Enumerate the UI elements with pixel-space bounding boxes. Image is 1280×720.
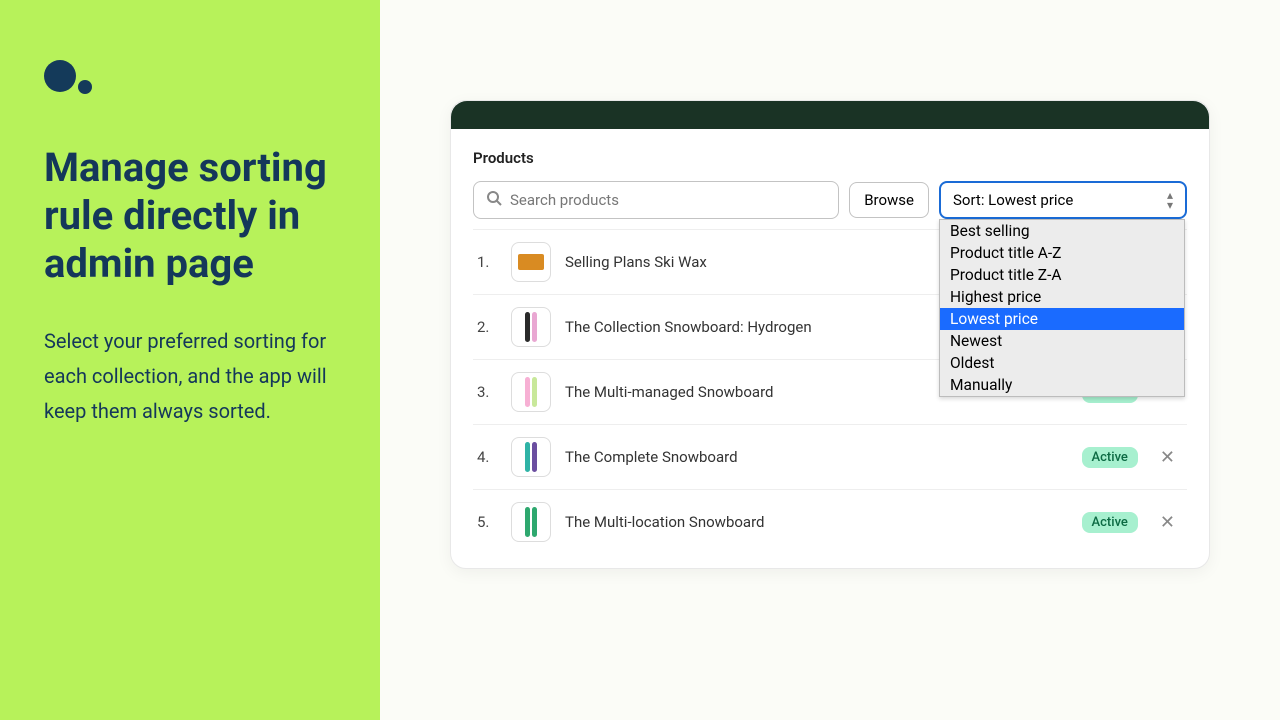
list-item[interactable]: 4. The Complete Snowboard Active ✕ [473,424,1187,489]
browse-button[interactable]: Browse [849,182,929,218]
product-thumbnail [511,242,551,282]
sort-option-manually[interactable]: Manually [940,374,1184,396]
product-name: The Multi-location Snowboard [565,513,1068,531]
screenshot-area: Products Search products Browse Sort: Lo… [380,0,1280,720]
product-name: The Complete Snowboard [565,448,1068,466]
logo [44,60,336,96]
logo-dot-small [78,80,92,94]
search-placeholder: Search products [510,191,619,209]
product-thumbnail [511,502,551,542]
subtext: Select your preferred sorting for each c… [44,324,336,429]
row-index: 4. [477,448,497,466]
row-index: 5. [477,513,497,531]
list-item[interactable]: 5. The Multi-location Snowboard Active ✕ [473,489,1187,554]
remove-button[interactable]: ✕ [1152,512,1183,533]
sort-option-highest-price[interactable]: Highest price [940,286,1184,308]
chevron-updown-icon: ▴▾ [1167,190,1173,210]
status-badge: Active [1082,447,1138,468]
sort-dropdown: Best selling Product title A-Z Product t… [939,219,1185,397]
logo-dot-large [44,60,76,92]
headline: Manage sorting rule directly in admin pa… [44,144,336,288]
sort-select[interactable]: Sort: Lowest price ▴▾ Best selling Produ… [939,181,1187,219]
promo-sidebar: Manage sorting rule directly in admin pa… [0,0,380,720]
sort-option-lowest-price[interactable]: Lowest price [940,308,1184,330]
admin-window: Products Search products Browse Sort: Lo… [450,100,1210,569]
row-index: 1. [477,253,497,271]
sort-option-oldest[interactable]: Oldest [940,352,1184,374]
sort-option-title-za[interactable]: Product title Z-A [940,264,1184,286]
panel-title: Products [473,149,1187,167]
status-badge: Active [1082,512,1138,533]
sort-option-title-az[interactable]: Product title A-Z [940,242,1184,264]
row-index: 3. [477,383,497,401]
product-thumbnail [511,372,551,412]
product-thumbnail [511,307,551,347]
admin-topbar [451,101,1209,129]
sort-option-best-selling[interactable]: Best selling [940,220,1184,242]
sort-option-newest[interactable]: Newest [940,330,1184,352]
search-input[interactable]: Search products [473,181,839,219]
row-index: 2. [477,318,497,336]
sort-select-label: Sort: Lowest price [953,191,1073,209]
search-icon [486,190,502,210]
controls-row: Search products Browse Sort: Lowest pric… [473,181,1187,219]
product-thumbnail [511,437,551,477]
remove-button[interactable]: ✕ [1152,447,1183,468]
